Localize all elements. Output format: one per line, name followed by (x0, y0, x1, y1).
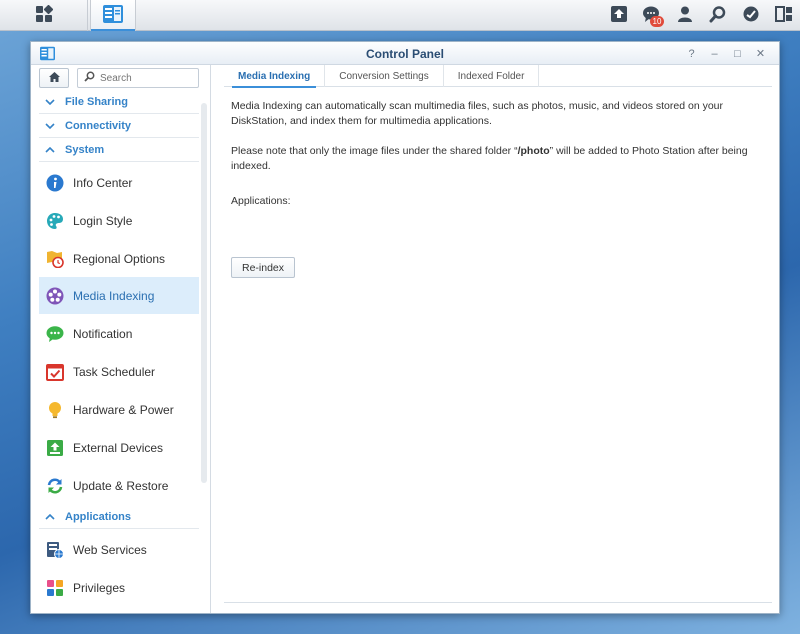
notification-count-badge: 10 (650, 16, 664, 27)
upload-icon (610, 5, 628, 26)
notifications-button[interactable]: 10 (635, 0, 668, 31)
sidebar-item-label: Hardware & Power (73, 402, 174, 417)
info-icon (45, 173, 65, 193)
user-button[interactable] (668, 0, 701, 31)
upload-button[interactable] (602, 0, 635, 31)
user-icon (676, 5, 694, 26)
category-file-sharing[interactable]: File Sharing (39, 90, 199, 114)
sidebar-item-external-devices[interactable]: External Devices (39, 429, 199, 466)
taskbar-control-panel-button[interactable] (90, 0, 136, 31)
footer-divider (224, 602, 772, 603)
grid-icon (35, 4, 53, 26)
refresh-icon (45, 476, 65, 496)
help-button[interactable]: ? (683, 45, 700, 62)
minimize-button[interactable]: – (706, 45, 723, 62)
sidebar-item-login-style[interactable]: Login Style (39, 202, 199, 239)
sidebar-item-label: Privileges (73, 580, 126, 595)
close-button[interactable]: ✕ (752, 45, 769, 62)
windows-button[interactable] (767, 0, 800, 31)
main-menu-button[interactable] (0, 0, 88, 31)
sidebar-item-web-services[interactable]: Web Services (39, 531, 199, 568)
tab-indexed-folder[interactable]: Indexed Folder (444, 65, 540, 87)
chat-bubble-icon (45, 324, 65, 344)
clock-map-icon (45, 249, 65, 269)
category-applications[interactable]: Applications (39, 505, 199, 529)
search-input[interactable] (100, 72, 190, 84)
home-button[interactable] (39, 68, 69, 88)
maximize-button[interactable]: □ (729, 45, 746, 62)
sidebar-item-label: Update & Restore (73, 478, 169, 493)
search-button[interactable] (701, 0, 734, 31)
palette-icon (45, 211, 65, 231)
sidebar-item-notification[interactable]: Notification (39, 315, 199, 352)
sidebar-item-label: Login Style (73, 213, 133, 228)
tab-media-indexing[interactable]: Media Indexing (224, 65, 326, 88)
sidebar: File Sharing Connectivity System Info Ce… (31, 65, 211, 613)
reindex-button[interactable]: Re-index (231, 257, 295, 278)
photo-note-paragraph: Please note that only the image files un… (231, 144, 751, 174)
widgets-icon (742, 5, 760, 26)
sidebar-item-task-scheduler[interactable]: Task Scheduler (39, 353, 199, 390)
chevron-up-icon (43, 511, 57, 523)
category-label: Applications (65, 510, 132, 523)
widgets-button[interactable] (734, 0, 767, 31)
chevron-down-icon (43, 120, 57, 132)
window-titlebar[interactable]: Control Panel ? – □ ✕ (31, 42, 779, 65)
content-panel: Media Indexing Conversion Settings Index… (212, 65, 779, 613)
control-panel-window: Control Panel ? – □ ✕ Search File Sharin… (30, 41, 780, 614)
home-icon (48, 71, 61, 86)
window-title: Control Panel (365, 47, 444, 61)
windows-icon (774, 5, 793, 26)
film-reel-icon (45, 286, 65, 306)
sidebar-item-update-restore[interactable]: Update & Restore (39, 467, 199, 504)
chevron-up-icon (43, 144, 57, 156)
search-icon (78, 71, 95, 85)
control-panel-icon (102, 4, 124, 27)
category-system[interactable]: System (39, 138, 199, 162)
sidebar-item-info-center[interactable]: Info Center (39, 164, 199, 201)
web-services-icon (45, 540, 65, 560)
category-label: File Sharing (65, 95, 128, 108)
sidebar-item-regional-options[interactable]: Regional Options (39, 240, 199, 277)
sidebar-item-label: Info Center (73, 175, 133, 190)
sidebar-search[interactable] (77, 68, 199, 88)
category-label: System (65, 143, 105, 156)
sidebar-item-label: External Devices (73, 440, 164, 455)
sidebar-item-label: Task Scheduler (73, 364, 156, 379)
category-label: Connectivity (65, 119, 132, 132)
photo-folder-name: /photo (517, 145, 550, 157)
applications-label: Applications: (231, 195, 291, 207)
calendar-check-icon (45, 362, 65, 382)
taskbar: 10 (0, 0, 800, 31)
tab-bar: Media Indexing Conversion Settings Index… (224, 65, 772, 88)
sidebar-item-label: Media Indexing (73, 288, 155, 303)
search-icon (709, 5, 727, 26)
sidebar-item-label: Notification (73, 326, 133, 341)
sidebar-item-media-indexing[interactable]: Media Indexing (39, 277, 199, 314)
sidebar-item-label: Regional Options (73, 251, 166, 266)
note-text: Please note that only the image files un… (231, 145, 518, 157)
sidebar-item-privileges[interactable]: Privileges (39, 569, 199, 606)
lightbulb-icon (45, 400, 65, 420)
chevron-down-icon (43, 96, 57, 108)
description-paragraph: Media Indexing can automatically scan mu… (231, 100, 724, 127)
sidebar-item-hardware-power[interactable]: Hardware & Power (39, 391, 199, 428)
external-device-icon (45, 438, 65, 458)
sidebar-scrollbar[interactable] (201, 103, 207, 483)
sidebar-item-label: Web Services (73, 542, 147, 557)
category-connectivity[interactable]: Connectivity (39, 114, 199, 138)
privileges-icon (45, 578, 65, 598)
tab-conversion-settings[interactable]: Conversion Settings (325, 65, 444, 87)
